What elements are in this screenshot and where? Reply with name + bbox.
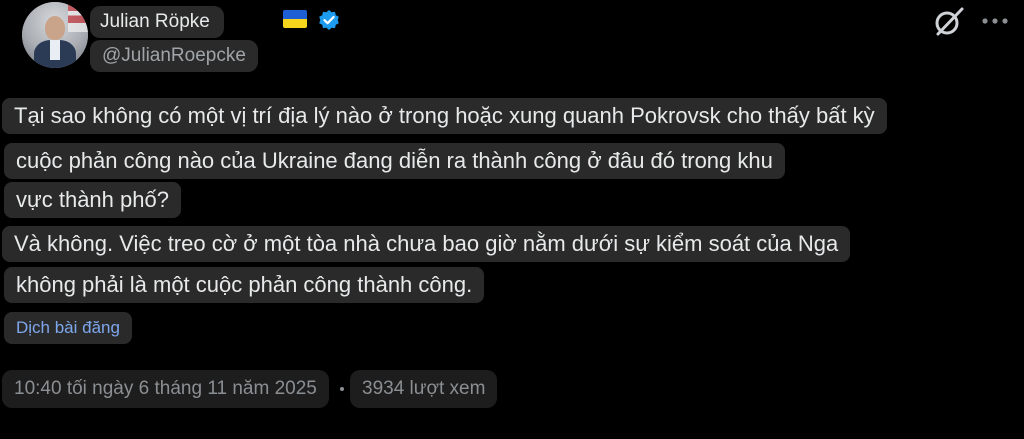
view-count[interactable]: 3934 lượt xem xyxy=(350,370,498,408)
tweet-line: Và không. Việc treo cờ ở một tòa nhà chư… xyxy=(2,226,851,262)
post-timestamp[interactable]: 10:40 tối ngày 6 tháng 11 năm 2025 xyxy=(2,370,329,408)
tweet-line: cuộc phản công nào của Ukraine đang diễn… xyxy=(4,143,785,179)
avatar[interactable] xyxy=(22,2,88,68)
tweet-line: không phải là một cuộc phản công thành c… xyxy=(4,267,485,303)
translate-post-link[interactable]: Dịch bài đăng xyxy=(4,312,132,344)
author-handle[interactable]: @JulianRoepcke xyxy=(90,40,258,72)
ukraine-flag-icon xyxy=(283,10,307,28)
separator-dot xyxy=(340,387,344,391)
verified-badge-icon xyxy=(319,10,339,30)
tweet-line: vực thành phố? xyxy=(4,182,181,218)
tweet-line: Tại sao không có một vị trí địa lý nào ở… xyxy=(2,98,887,134)
more-options-icon[interactable] xyxy=(980,12,1010,30)
author-name[interactable]: Julian Röpke xyxy=(90,6,224,38)
grok-icon[interactable] xyxy=(932,4,966,38)
